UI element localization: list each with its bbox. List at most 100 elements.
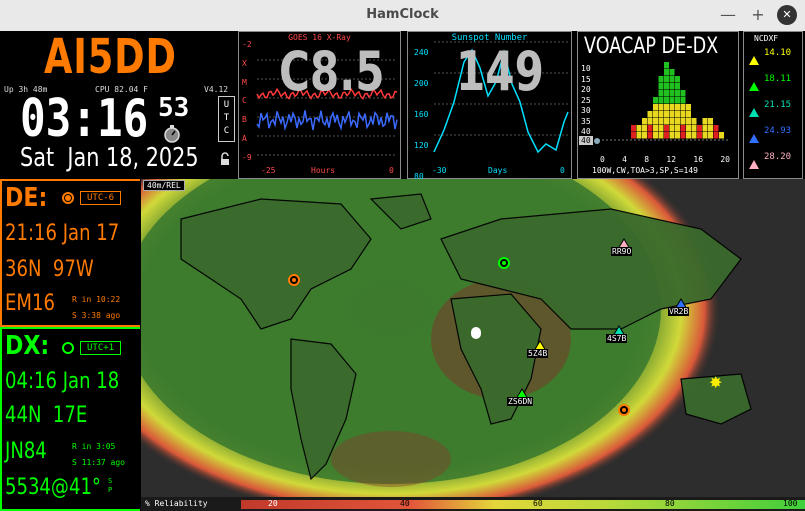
de-label: DE: (5, 183, 48, 213)
voacap-x-label: 4 (622, 155, 627, 164)
ssn-y-label: 200 (414, 79, 429, 88)
beacon-freq: 14.10 (764, 48, 792, 58)
voacap-x-label: 16 (693, 155, 704, 164)
scale-tick: 80 (665, 499, 675, 508)
voacap-title: VOACAP DE-DX (584, 34, 719, 59)
xray-value: C8.5 (279, 40, 385, 103)
ssn-value: 149 (456, 40, 544, 103)
ssn-y-label: 160 (414, 110, 429, 119)
dx-timezone[interactable]: UTC+1 (80, 341, 122, 355)
reliability-scale-title: % Reliability (145, 499, 208, 508)
voacap-y-label: 35 (581, 116, 591, 126)
xray-y-labels: -2 X M C B A -9 (242, 36, 252, 168)
xray-x-end: 0 (389, 166, 394, 175)
dx-distance: 5534 (5, 475, 51, 500)
xray-x-start: -25 (261, 166, 276, 175)
voacap-y-label: 20 (581, 85, 591, 94)
xray-y-label: -9 (242, 152, 252, 162)
beacon-triangle-icon (749, 154, 759, 173)
de-sunrise: R in 10:22 (72, 295, 121, 304)
dx-time: 04:16 Jan 18 (5, 369, 120, 394)
ncdxf-title: NCDXF (754, 34, 779, 43)
voacap-y-label: 30 (581, 106, 591, 115)
scale-tick: 40 (400, 499, 410, 508)
dx-sunset: S 11:37 ago (72, 458, 125, 467)
dx-sunrise: R in 3:05 (72, 442, 116, 451)
dx-path-toggle[interactable]: S P (108, 477, 114, 495)
ncdxf-panel[interactable]: NCDXF 14.10 18.11 21.15 24.93 28.20 (743, 31, 803, 179)
sun-icon: ✸ (709, 373, 723, 392)
close-button[interactable]: ✕ (777, 5, 797, 25)
ssn-x-start: -30 (432, 166, 447, 175)
clock-panel: AI5DD Up 3h 48m CPU 82.04 F V4.12 03:16 … (0, 29, 236, 179)
sunspot-panel[interactable]: Sunspot Number 240 200 160 120 80 149 -3… (407, 31, 572, 181)
band-selector[interactable]: 40m/REL (143, 180, 185, 191)
xray-y-label: A (242, 133, 247, 143)
ssn-y-label: 120 (414, 141, 429, 150)
beacon-4s7b[interactable]: 4S7B (606, 322, 628, 343)
voacap-x-label: 0 (600, 155, 605, 164)
stopwatch-icon[interactable] (163, 125, 181, 143)
scale-tick: 60 (533, 499, 543, 508)
window-titlebar: HamClock — + ✕ (0, 0, 805, 32)
ssn-x-label: Days (488, 166, 508, 175)
beacon-label: RR9O (611, 247, 633, 256)
beacon-rr9o[interactable]: RR9O (611, 235, 633, 256)
dx-latlon: 44N 17E (5, 403, 88, 428)
utc-letter-u: U (223, 100, 230, 110)
de-latlon: 36N 97W (5, 257, 94, 282)
utc-badge[interactable]: U T C (218, 96, 235, 142)
voacap-x-label: 12 (666, 155, 677, 164)
dx-distance-bearing: 5534@41° (5, 475, 101, 500)
beacon-freq: 24.93 (764, 126, 792, 136)
dx-marker-icon (62, 342, 74, 354)
clock-seconds: 53 (158, 93, 190, 123)
beacon-triangle-icon (749, 128, 759, 147)
de-panel[interactable]: DE: UTC-6 21:16 Jan 17 36N 97W EM16 R in… (0, 179, 140, 327)
de-time: 21:16 Jan 17 (5, 221, 120, 246)
voacap-band-marker: 40 (579, 136, 593, 145)
voacap-footer: 100W,CW,TOA>3,SP,S=149 (592, 166, 698, 175)
utc-letter-c: C (223, 126, 230, 136)
ssn-y-label: 240 (414, 48, 429, 57)
beacon-triangle-icon (749, 50, 759, 69)
date-display[interactable]: Sat Jan 18, 2025 (20, 143, 199, 173)
de-marker-icon (62, 192, 74, 204)
xray-x-label: Hours (311, 166, 336, 175)
ssn-y-labels: 240 200 160 120 80 (414, 37, 428, 192)
voacap-panel[interactable]: VOACAP DE-DX 10 15 20 25 30 35 40 50 40 … (577, 31, 739, 179)
de-timezone[interactable]: UTC-6 (80, 191, 122, 205)
beacon-vr2b[interactable]: VR2B (668, 295, 690, 316)
beacon-triangle-icon (749, 102, 759, 121)
antipode-marker-icon (618, 404, 630, 416)
xray-y-label: X (242, 58, 247, 68)
beacon-label: VR2B (668, 307, 690, 316)
beacon-zs6dn[interactable]: ZS6DN (507, 385, 534, 406)
dx-bearing: @41° (50, 475, 101, 500)
beacon-label: 4S7B (606, 334, 628, 343)
de-grid: EM16 (5, 291, 55, 316)
dx-label: DX: (5, 331, 50, 361)
dx-map-marker-icon[interactable] (498, 257, 510, 269)
maximize-button[interactable]: + (748, 5, 768, 25)
scale-tick: 20 (268, 499, 278, 508)
beacon-label: 5Z4B (527, 349, 549, 358)
xray-y-label: C (242, 96, 247, 106)
beacon-5z4b[interactable]: 5Z4B (527, 337, 549, 358)
voacap-marker-dot (594, 138, 600, 144)
world-map[interactable]: 40m/REL ✸ RR9O VR2B 4S7B 5Z4B ZS6DN % Re… (141, 179, 805, 511)
callsign[interactable]: AI5DD (44, 29, 177, 85)
beacon-triangle-icon (749, 76, 759, 95)
minimize-button[interactable]: — (718, 5, 738, 25)
dx-panel[interactable]: DX: UTC+1 04:16 Jan 18 44N 17E JN84 R in… (0, 327, 140, 511)
utc-letter-t: T (223, 113, 230, 123)
de-map-marker-icon[interactable] (288, 274, 300, 286)
xray-y-label: -2 (242, 40, 252, 49)
beacon-freq: 21.15 (764, 100, 792, 110)
utc-clock[interactable]: 03:16 (20, 89, 148, 149)
beacon-freq: 18.11 (764, 74, 792, 84)
xray-y-label: B (242, 115, 247, 125)
xray-panel[interactable]: GOES 16 X-Ray -2 X M C B A -9 C8.5 -25 H… (238, 31, 401, 179)
version: V4.12 (204, 85, 229, 94)
lock-icon[interactable] (219, 151, 231, 165)
